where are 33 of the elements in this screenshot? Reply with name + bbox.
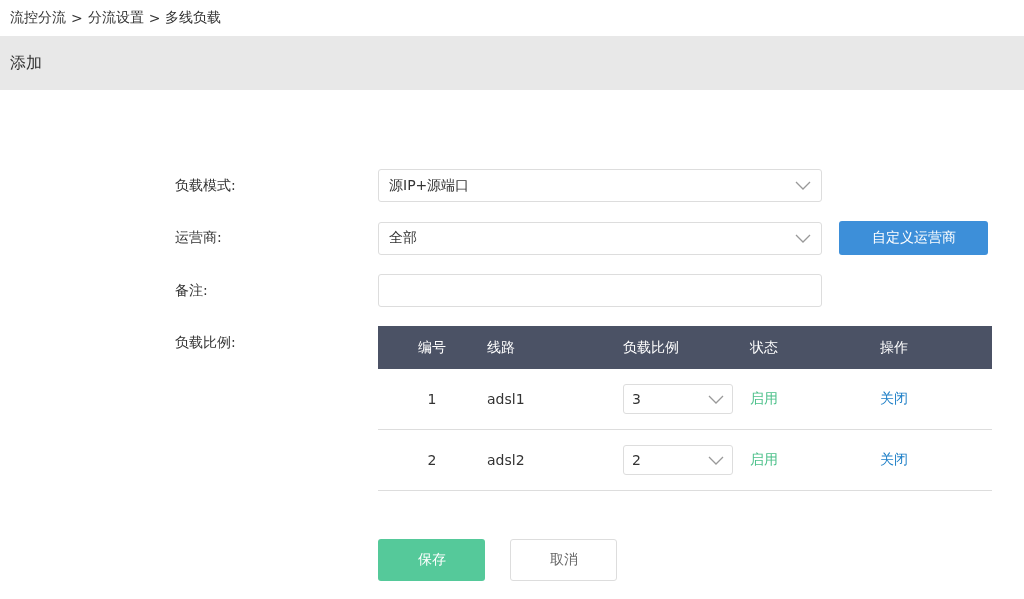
breadcrumb-item[interactable]: 分流设置 [87,9,144,27]
disable-link[interactable]: 关闭 [880,451,908,469]
ratio-dropdown[interactable]: 2 [623,445,733,475]
breadcrumb-separator: > [148,10,161,26]
column-header: 状态 [749,326,879,369]
carrier-dropdown[interactable]: 全部 [378,221,822,255]
chevron-down-icon [708,455,724,465]
chevron-down-icon [795,181,811,190]
ratio-dropdown[interactable]: 3 [623,384,733,414]
mode-dropdown[interactable]: 源IP+源端口 [378,169,822,202]
breadcrumb-item[interactable]: 多线负载 [165,9,222,27]
disable-link[interactable]: 关闭 [880,390,908,408]
breadcrumb-item[interactable]: 流控分流 [10,9,66,27]
field-label: 负载模式: [175,176,237,195]
table-cell: 1 [378,369,486,430]
column-header: 负载比例 [622,326,749,369]
field-label: 运营商: [175,229,223,247]
column-header: 操作 [879,326,992,369]
field-label: 备注: [175,281,209,300]
status-text: 启用 [750,390,778,406]
note-input-field[interactable] [378,274,822,307]
panel-title: 添加 [10,52,42,74]
table-cell: 2 [378,429,486,491]
table-cell: adsl1 [486,369,622,430]
chevron-down-icon [795,233,811,243]
breadcrumb-separator: > [71,10,83,26]
table-cell: adsl2 [486,429,622,491]
status-text: 启用 [750,451,778,467]
chevron-down-icon [708,394,724,404]
cancel-button[interactable]: 取消 [510,539,617,581]
field-label: 负载比例: [175,333,237,352]
column-header: 线路 [486,326,622,369]
column-header: 编号 [378,326,486,369]
